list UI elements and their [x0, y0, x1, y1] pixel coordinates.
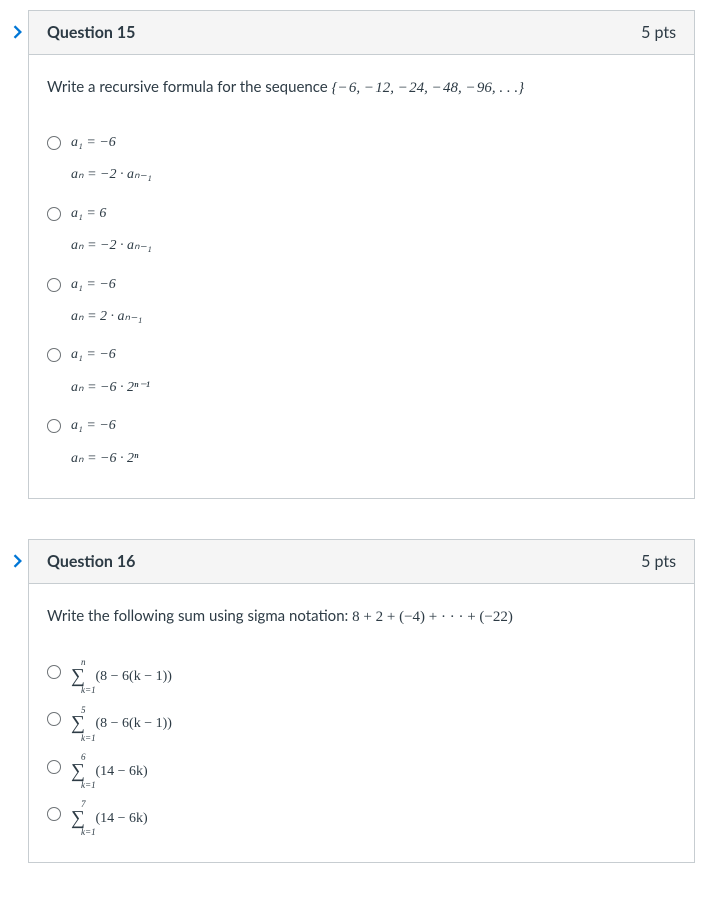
answer-option[interactable]: ∑ 6 k=1 (14 − 6k) [47, 748, 676, 795]
chevron-right-icon [10, 553, 26, 569]
option-line: a₁ = −6 [71, 344, 150, 366]
prompt-text: Write a recursive formula for the sequen… [47, 78, 332, 96]
sigma-lower: k=1 [81, 683, 96, 698]
chevron-right-icon [10, 24, 26, 40]
question-header: Question 15 5 pts [29, 11, 694, 55]
option-line: aₙ = −2 · aₙ₋₁ [71, 164, 152, 186]
prompt-text: Write the following sum using sigma nota… [47, 607, 352, 625]
sigma-body: (14 − 6k) [95, 811, 147, 826]
answer-option[interactable]: ∑ 5 k=1 (8 − 6(k − 1)) [47, 700, 676, 747]
radio-icon [47, 136, 61, 150]
answer-option[interactable]: a₁ = −6 aₙ = 2 · aₙ₋₁ [47, 266, 676, 337]
option-line: aₙ = −6 · 2ⁿ [71, 448, 138, 470]
answer-option[interactable]: a₁ = −6 aₙ = −6 · 2ⁿ⁻¹ [47, 336, 676, 407]
radio-icon [47, 760, 61, 774]
option-line: aₙ = 2 · aₙ₋₁ [71, 306, 142, 328]
answer-option[interactable]: a₁ = −6 aₙ = −2 · aₙ₋₁ [47, 124, 676, 195]
question-points: 5 pts [641, 552, 676, 571]
sigma-lower: k=1 [81, 731, 96, 746]
question-card-16: Question 16 5 pts Write the following su… [28, 539, 695, 863]
answer-option[interactable]: ∑ 7 k=1 (14 − 6k) [47, 795, 676, 842]
prompt-math: {− 6, − 12, − 24, − 48, − 96, . . .} [332, 80, 525, 96]
question-prompt: Write a recursive formula for the sequen… [47, 75, 676, 100]
option-line: a₁ = −6 [71, 415, 138, 437]
sigma-upper: 5 [81, 703, 86, 718]
question-title: Question 16 [47, 552, 135, 571]
question-points: 5 pts [641, 23, 676, 42]
radio-icon [47, 807, 61, 821]
question-header: Question 16 5 pts [29, 540, 694, 584]
sigma-upper: 6 [81, 750, 86, 765]
prompt-math: 8 + 2 + (−4) + · · · + (−22) [352, 609, 513, 625]
sigma-lower: k=1 [81, 825, 96, 840]
sigma-body: (14 − 6k) [95, 763, 147, 778]
question-body: Write a recursive formula for the sequen… [29, 55, 694, 498]
option-line: aₙ = −2 · aₙ₋₁ [71, 235, 152, 257]
answer-options: a₁ = −6 aₙ = −2 · aₙ₋₁ a₁ = 6 aₙ = −2 · … [47, 124, 676, 478]
sigma-icon: ∑ n k=1 [71, 661, 85, 692]
radio-icon [47, 665, 61, 679]
question-prompt: Write the following sum using sigma nota… [47, 604, 676, 629]
radio-icon [47, 712, 61, 726]
radio-icon [47, 278, 61, 292]
question-body: Write the following sum using sigma nota… [29, 584, 694, 862]
radio-icon [47, 348, 61, 362]
question-title: Question 15 [47, 23, 135, 42]
option-line: aₙ = −6 · 2ⁿ⁻¹ [71, 377, 150, 399]
sigma-upper: 7 [81, 797, 86, 812]
radio-icon [47, 419, 61, 433]
sigma-icon: ∑ 5 k=1 [71, 708, 85, 739]
option-line: a₁ = −6 [71, 132, 152, 154]
answer-options: ∑ n k=1 (8 − 6(k − 1)) ∑ 5 k=1 (8 − [47, 653, 676, 842]
sigma-body: (8 − 6(k − 1)) [95, 716, 171, 731]
radio-icon [47, 207, 61, 221]
sigma-body: (8 − 6(k − 1)) [95, 669, 171, 684]
sigma-icon: ∑ 6 k=1 [71, 756, 85, 787]
answer-option[interactable]: a₁ = 6 aₙ = −2 · aₙ₋₁ [47, 195, 676, 266]
option-line: a₁ = 6 [71, 203, 152, 225]
sigma-icon: ∑ 7 k=1 [71, 803, 85, 834]
answer-option[interactable]: ∑ n k=1 (8 − 6(k − 1)) [47, 653, 676, 700]
question-card-15: Question 15 5 pts Write a recursive form… [28, 10, 695, 499]
option-line: a₁ = −6 [71, 274, 142, 296]
sigma-upper: n [81, 655, 86, 670]
sigma-lower: k=1 [81, 778, 96, 793]
answer-option[interactable]: a₁ = −6 aₙ = −6 · 2ⁿ [47, 407, 676, 478]
